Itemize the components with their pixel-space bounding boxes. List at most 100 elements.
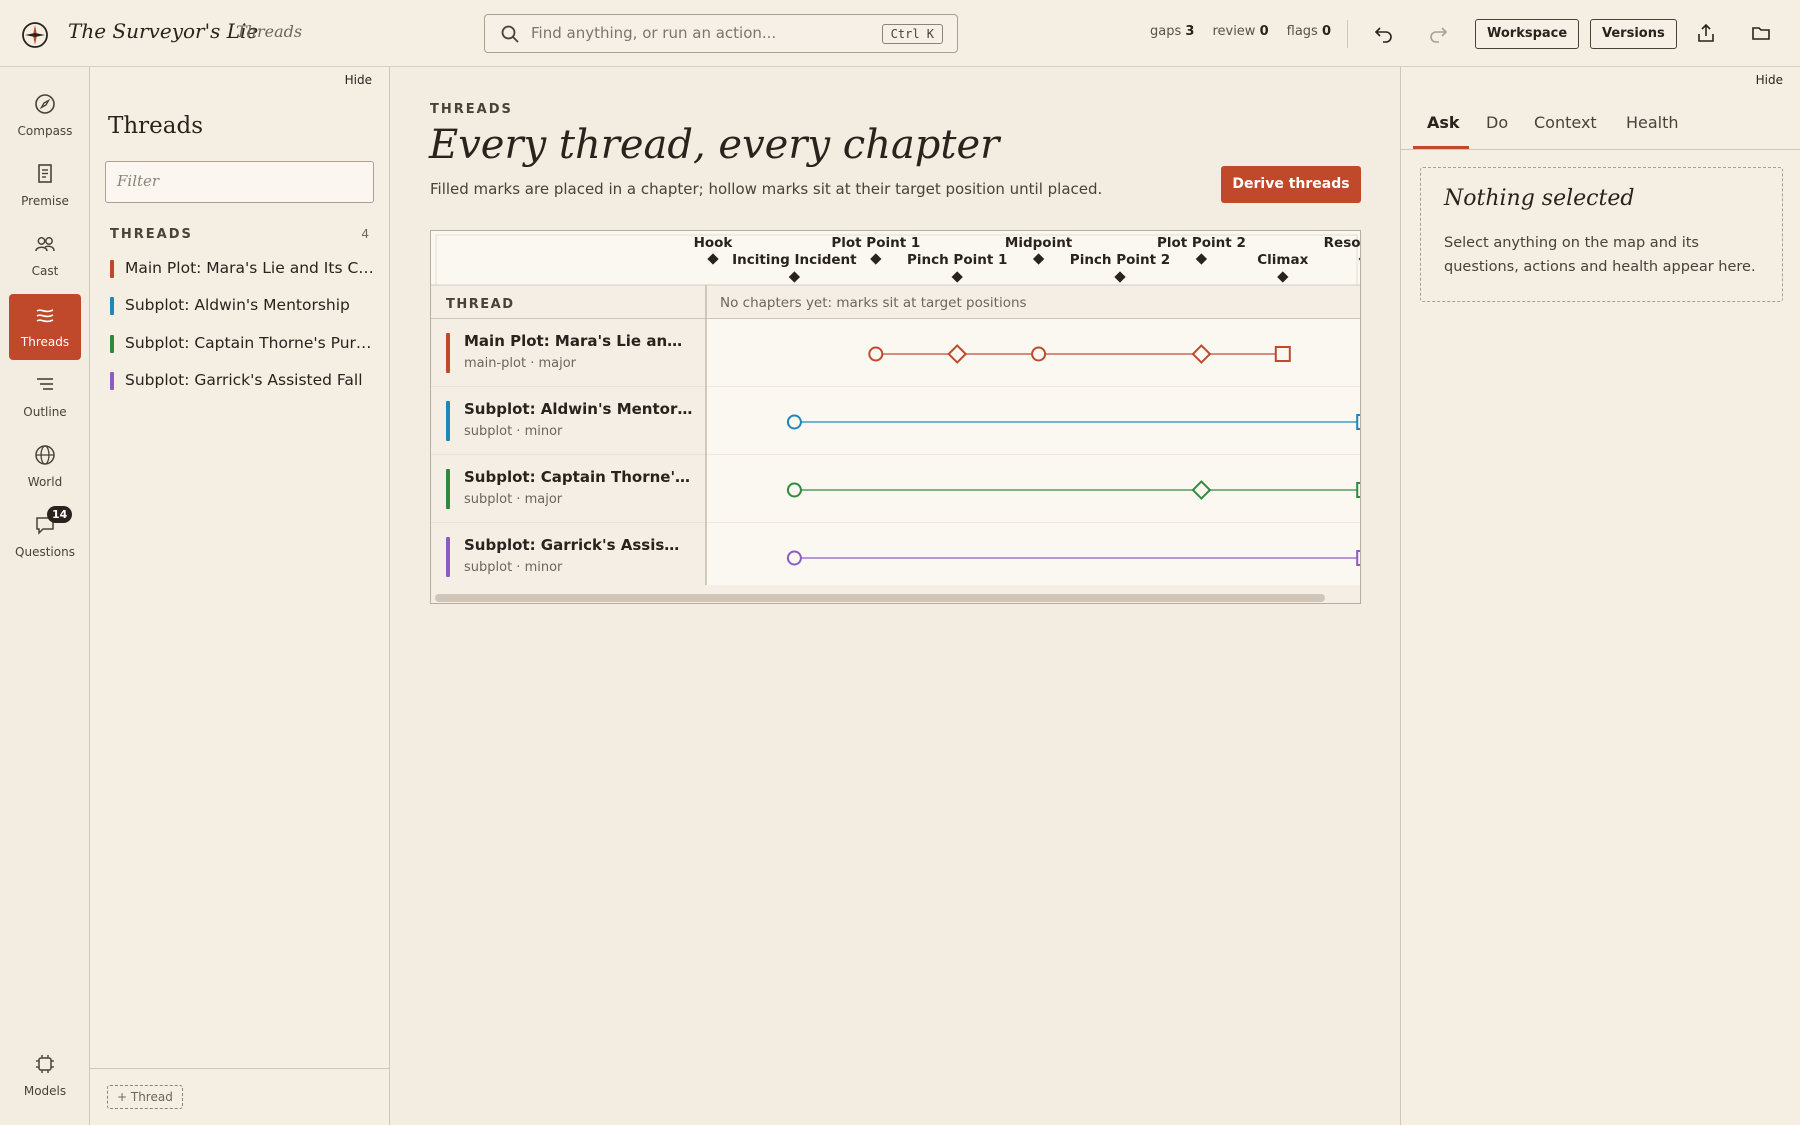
inspector-panel: Hide Ask Do Context Health Nothing selec… (1400, 67, 1800, 1125)
thread-color-bar (110, 335, 114, 353)
thread-row-lane[interactable] (706, 523, 1361, 591)
thread-mark-circle[interactable] (786, 482, 802, 498)
compass-logo-icon[interactable] (21, 21, 49, 49)
panel-title: Threads (108, 113, 203, 139)
thread-mark-circle[interactable] (1031, 346, 1047, 362)
rail-item-models[interactable]: Models (9, 1043, 81, 1109)
thread-row-name[interactable]: Subplot: Garrick's Assis… (464, 536, 679, 554)
empty-state-text: Select anything on the map and its quest… (1444, 235, 1756, 275)
horizontal-scrollbar[interactable] (435, 594, 1325, 602)
thread-color-bar (446, 333, 450, 373)
thread-color-bar (446, 469, 450, 509)
rail-item-compass[interactable]: Compass (9, 83, 81, 149)
share-icon[interactable] (1696, 23, 1716, 43)
thread-row-name[interactable]: Subplot: Aldwin's Mentor… (464, 400, 692, 418)
document-icon (38, 164, 52, 183)
redo-icon[interactable] (1428, 23, 1448, 43)
thread-list-item[interactable]: Subplot: Captain Thorne's Pursuit (110, 332, 375, 356)
tab-ask[interactable]: Ask (1427, 113, 1460, 132)
undo-icon[interactable] (1374, 23, 1394, 43)
rail-item-threads[interactable]: Threads (9, 294, 81, 360)
thread-grid-svg: THREAD No chapters yet: marks sit at targ… (431, 234, 1361, 603)
thread-name: Subplot: Captain Thorne's Pursuit (125, 334, 375, 352)
tab-health[interactable]: Health (1626, 113, 1679, 132)
search-icon (501, 25, 519, 43)
rail-label: Compass (17, 124, 73, 138)
thread-mark-square[interactable] (1356, 550, 1361, 566)
thread-mark-circle[interactable] (786, 414, 802, 430)
beat-label: Resolution (1324, 235, 1361, 251)
rail-item-cast[interactable]: Cast (9, 223, 81, 289)
app-title[interactable]: The Surveyor's Lie (68, 19, 258, 43)
thread-color-bar (110, 372, 114, 390)
beat-label: Inciting Incident (732, 252, 857, 268)
tab-context[interactable]: Context (1534, 113, 1597, 132)
versions-button[interactable]: Versions (1590, 19, 1677, 49)
folder-icon[interactable] (1751, 23, 1771, 43)
rail-label: Threads (20, 335, 70, 349)
questions-badge: 14 (47, 506, 73, 523)
thread-row-lane[interactable] (706, 387, 1361, 455)
thread-row-label-cell[interactable] (431, 319, 706, 387)
hide-threads-panel[interactable]: Hide (345, 73, 372, 87)
people-icon (35, 237, 55, 252)
thread-column-header: THREAD (446, 297, 515, 312)
top-bar: The Surveyor's Lie Threads Find anything… (0, 0, 1800, 67)
thread-row-label-cell[interactable] (431, 523, 706, 591)
gaps-count[interactable]: gaps 3 (1150, 24, 1194, 39)
thread-mark-square[interactable] (1274, 346, 1291, 362)
main-content: THREADS Every thread, every chapter Fill… (391, 67, 1400, 1125)
rail-label: Models (23, 1084, 67, 1098)
search-placeholder[interactable]: Find anything, or run an action... (531, 24, 776, 42)
rail-item-outline[interactable]: Outline (9, 364, 81, 430)
nav-rail: Compass Premise Cast Threads Outline Wor… (0, 67, 90, 1125)
thread-row-meta: subplot · minor (464, 424, 563, 439)
rail-label: Cast (31, 264, 59, 278)
status-counts: gaps 3 review 0 flags 0 (1150, 24, 1331, 39)
beat-label: Pinch Point 2 (1070, 252, 1170, 268)
thread-mark-circle[interactable] (786, 550, 802, 566)
workspace-button[interactable]: Workspace (1475, 19, 1580, 49)
thread-row-label-cell[interactable] (431, 455, 706, 523)
thread-name: Subplot: Garrick's Assisted Fall (125, 371, 363, 389)
thread-color-bar (446, 401, 450, 441)
thread-list-item[interactable]: Main Plot: Mara's Lie and Its Consequenc… (110, 257, 375, 281)
chip-icon (36, 1055, 54, 1073)
outline-icon (37, 378, 53, 390)
rail-item-premise[interactable]: Premise (9, 153, 81, 219)
eyebrow: THREADS (430, 102, 513, 117)
thread-row-label-cell[interactable] (431, 387, 706, 455)
thread-row-meta: main-plot · major (464, 356, 577, 371)
thread-mark-square[interactable] (1356, 414, 1361, 430)
thread-row-name[interactable]: Subplot: Captain Thorne'… (464, 468, 690, 486)
thread-list-item[interactable]: Subplot: Aldwin's Mentorship (110, 294, 374, 318)
beat-label: Pinch Point 1 (907, 252, 1007, 268)
beat-label: Plot Point 1 (831, 235, 920, 251)
review-count[interactable]: review 0 (1212, 24, 1268, 39)
no-chapters-message: No chapters yet: marks sit at target pos… (720, 295, 1027, 311)
rail-label: Questions (15, 545, 75, 559)
rail-label: World (27, 475, 63, 489)
rail-item-questions[interactable]: 14 Questions (9, 504, 81, 570)
section-label: THREADS (110, 227, 193, 242)
page-subtitle: Filled marks are placed in a chapter; ho… (430, 180, 1103, 198)
thread-mark-square[interactable] (1356, 482, 1361, 498)
derive-threads-button[interactable]: Derive threads (1221, 166, 1361, 203)
thread-list-item[interactable]: Subplot: Garrick's Assisted Fall (110, 369, 374, 393)
thread-row-name[interactable]: Main Plot: Mara's Lie an… (464, 332, 682, 350)
page-title: Every thread, every chapter (429, 122, 1000, 168)
add-thread-button[interactable]: + Thread (107, 1085, 183, 1109)
threads-icon (36, 309, 54, 323)
flags-count[interactable]: flags 0 (1287, 24, 1331, 39)
thread-color-bar (110, 297, 114, 315)
tab-do[interactable]: Do (1486, 113, 1508, 132)
command-search[interactable]: Find anything, or run an action... Ctrl … (484, 14, 958, 53)
threads-panel: Hide Threads Filter THREADS 4 Main Plot:… (90, 67, 390, 1125)
thread-mark-circle[interactable] (868, 346, 884, 362)
beat-marker (1358, 253, 1360, 265)
filter-input[interactable]: Filter (105, 161, 374, 203)
thread-row-lane[interactable] (706, 455, 1361, 523)
empty-state: Nothing selected Select anything on the … (1420, 167, 1783, 302)
rail-item-world[interactable]: World (9, 434, 81, 500)
thread-grid: THREAD No chapters yet: marks sit at targ… (430, 230, 1361, 604)
